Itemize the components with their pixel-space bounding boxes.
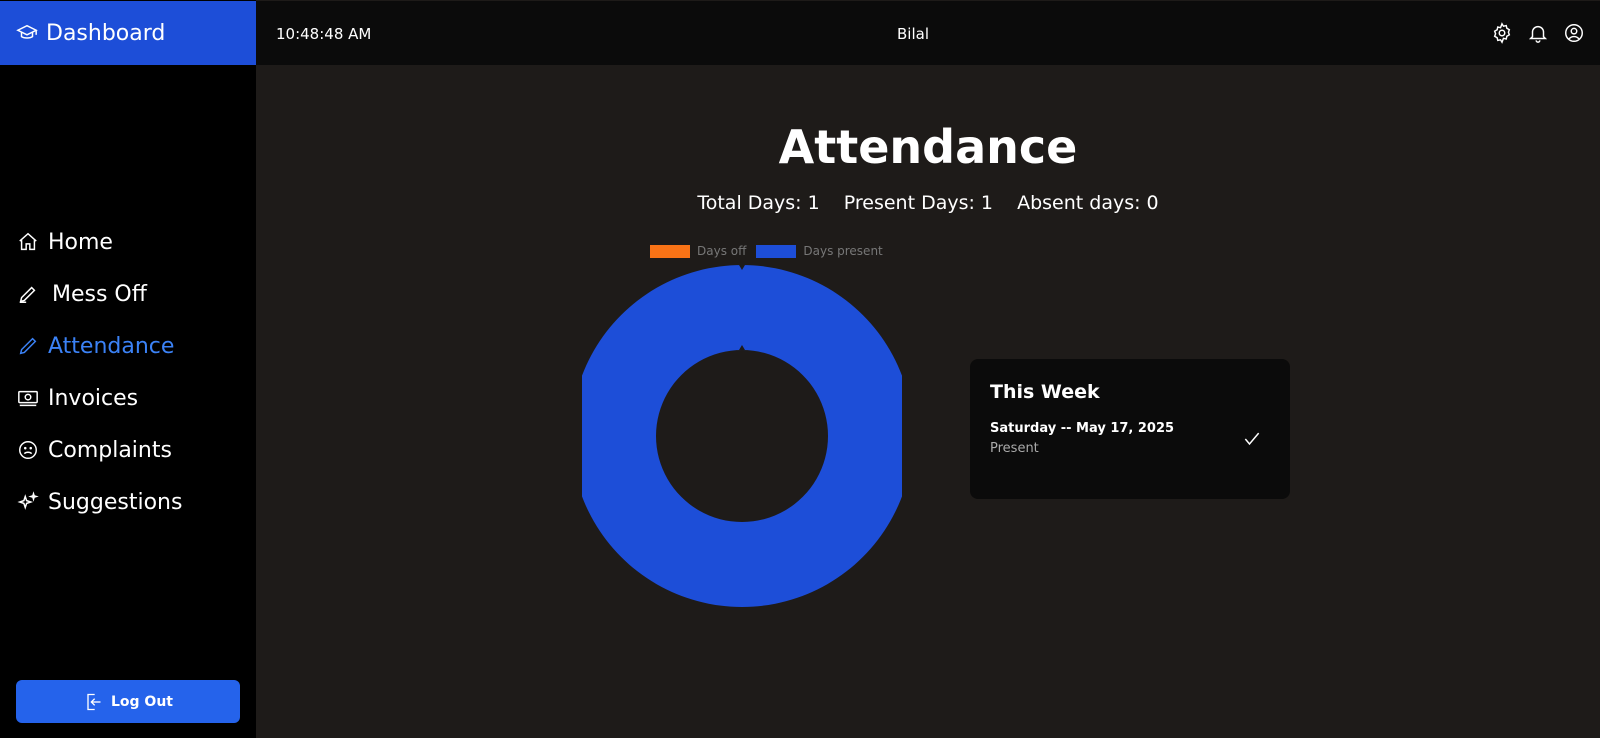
brand[interactable]: Dashboard — [0, 1, 256, 65]
home-icon — [16, 230, 40, 254]
legend-swatch-days-off — [650, 244, 690, 258]
topbar-icons — [1490, 21, 1586, 45]
settings-icon[interactable] — [1490, 21, 1514, 45]
graduation-cap-icon — [16, 24, 38, 39]
absent-days: Absent days: 0 — [1017, 192, 1159, 214]
logout-button[interactable]: Log Out — [16, 680, 240, 723]
legend-item-days-present[interactable]: Days present — [756, 244, 883, 258]
sidebar-item-label: Attendance — [48, 333, 175, 359]
legend-item-days-off[interactable]: Days off — [650, 244, 746, 258]
page-title: Attendance — [778, 120, 1078, 174]
sidebar-item-label: Home — [48, 229, 113, 255]
slice-days-present[interactable] — [582, 265, 902, 607]
sidebar-item-label: Invoices — [48, 385, 139, 411]
username: Bilal — [897, 25, 929, 43]
chart-legend: Days off Days present — [650, 244, 893, 258]
sidebar-item-label: Suggestions — [48, 489, 183, 515]
pen-icon — [16, 282, 40, 306]
sidebar-item-attendance[interactable]: Attendance — [16, 320, 182, 372]
legend-label-days-present: Days present — [803, 244, 883, 258]
legend-swatch-days-present — [756, 244, 797, 258]
sparkles-icon — [16, 490, 40, 514]
attendance-stats: Total Days: 1 Present Days: 1 Absent day… — [256, 192, 1600, 214]
sidebar-item-invoices[interactable]: Invoices — [16, 372, 182, 424]
card-title: This Week — [990, 381, 1100, 403]
sidebar-nav: Home Mess Off Attendance Invoices Compla… — [16, 216, 182, 528]
check-icon — [1242, 429, 1262, 453]
present-days: Present Days: 1 — [843, 192, 994, 214]
user-circle-icon[interactable] — [1562, 21, 1586, 45]
week-entry-day: Saturday -- May 17, 2025 — [990, 421, 1175, 436]
this-week-card: This Week Saturday -- May 17, 2025 Prese… — [970, 359, 1290, 499]
legend-label-days-off: Days off — [697, 244, 747, 258]
logout-label: Log Out — [111, 693, 173, 710]
pencil-icon — [16, 334, 40, 358]
sad-face-icon — [16, 438, 40, 462]
sidebar-item-suggestions[interactable]: Suggestions — [16, 476, 182, 528]
sidebar-item-home[interactable]: Home — [16, 216, 182, 268]
bell-icon[interactable] — [1526, 21, 1550, 45]
sidebar: Dashboard Home Mess Off Attendance Invoi… — [0, 0, 256, 738]
sidebar-item-label: Complaints — [48, 437, 172, 463]
week-entry-status: Present — [990, 441, 1039, 456]
logout-icon — [87, 693, 101, 710]
brand-label: Dashboard — [46, 20, 166, 46]
sidebar-item-mess-off[interactable]: Mess Off — [16, 268, 182, 320]
topbar: 10:48:48 AM Bilal — [256, 1, 1600, 65]
sidebar-item-label: Mess Off — [52, 281, 147, 307]
sidebar-item-complaints[interactable]: Complaints — [16, 424, 182, 476]
total-days: Total Days: 1 — [697, 192, 820, 214]
main-content: Attendance Total Days: 1 Present Days: 1… — [256, 65, 1600, 738]
cash-icon — [16, 386, 40, 410]
attendance-donut-chart — [582, 265, 902, 607]
